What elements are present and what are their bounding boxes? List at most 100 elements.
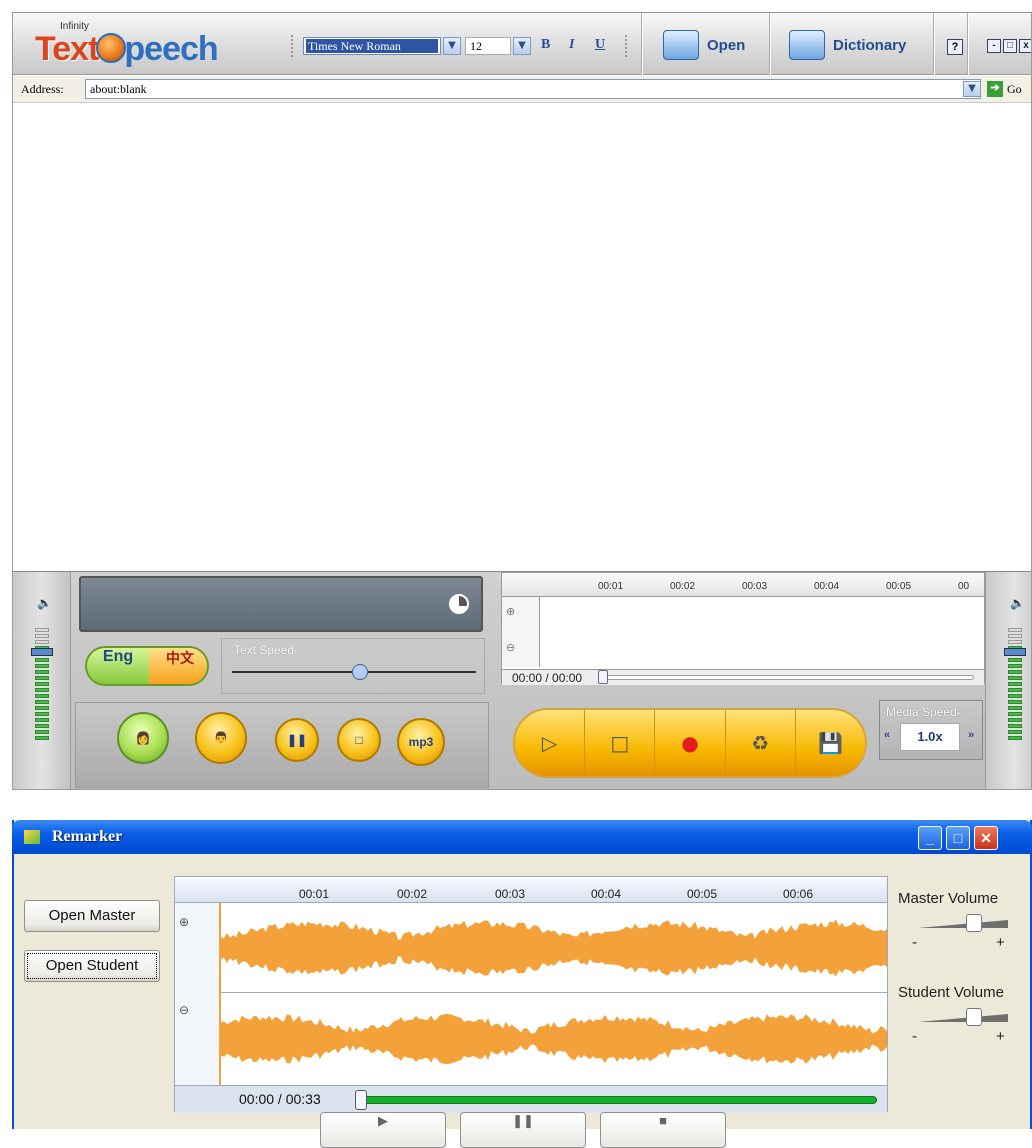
pause-icon: ❚❚ bbox=[512, 1113, 534, 1128]
clock-icon[interactable] bbox=[449, 594, 469, 614]
seek-track[interactable] bbox=[363, 1096, 877, 1104]
save-button[interactable]: 💾 bbox=[796, 710, 865, 776]
time-bar: 00:00 / 00:33 bbox=[175, 1085, 887, 1113]
minimize-button[interactable]: _ bbox=[918, 826, 942, 850]
student-volume-knob[interactable] bbox=[966, 1008, 982, 1026]
open-button[interactable]: Open bbox=[663, 25, 745, 65]
lang-chinese-button[interactable]: 中文 bbox=[149, 648, 207, 684]
logo-infinity-text: Infinity bbox=[60, 21, 89, 32]
media-controls: ▷ □ ● ♻ 💾 bbox=[513, 708, 867, 778]
toolbar-separator bbox=[641, 13, 643, 75]
student-volume-slider[interactable] bbox=[918, 1008, 1008, 1026]
address-dropdown-icon[interactable]: ▼ bbox=[963, 81, 981, 97]
toolbar-separator bbox=[967, 13, 969, 75]
ruler-tick: 00:02 bbox=[670, 581, 696, 592]
ruler-tick: 00:04 bbox=[814, 581, 840, 592]
play-icon: ▶ bbox=[378, 1113, 388, 1128]
text-speed-label: -Text Speed- bbox=[230, 643, 299, 657]
maximize-button[interactable]: □ bbox=[1003, 39, 1017, 53]
mp3-button[interactable]: mp3 bbox=[397, 718, 445, 766]
maximize-button[interactable]: □ bbox=[946, 826, 970, 850]
go-arrow-icon[interactable]: ➔ bbox=[987, 81, 1003, 97]
record-button[interactable]: ● bbox=[655, 710, 726, 776]
dictionary-button[interactable]: Dictionary bbox=[789, 25, 906, 65]
right-volume-strip: 🔈 bbox=[985, 572, 1031, 789]
pause-button[interactable]: ❚❚ bbox=[460, 1112, 586, 1148]
open-student-button[interactable]: Open Student bbox=[24, 950, 160, 982]
right-volume-knob[interactable] bbox=[1004, 648, 1026, 656]
left-volume-knob[interactable] bbox=[31, 648, 53, 656]
faster-button[interactable]: » bbox=[968, 729, 974, 741]
zoom-in-icon[interactable]: ⊕ bbox=[506, 605, 515, 618]
ruler-tick: 00:03 bbox=[495, 887, 526, 901]
font-family-value: Times New Roman bbox=[306, 39, 438, 53]
media-speed-value: 1.0x bbox=[900, 723, 960, 751]
plus-label: + bbox=[996, 1028, 1005, 1045]
plus-label: + bbox=[996, 934, 1005, 951]
waveform-panel: 00:01 00:02 00:03 00:04 00:05 00 ⊕ ⊖ 00:… bbox=[501, 572, 985, 685]
stop-button[interactable]: ■ bbox=[600, 1112, 726, 1148]
font-size-dropdown-icon[interactable]: ▼ bbox=[513, 37, 531, 55]
slower-button[interactable]: « bbox=[884, 729, 890, 741]
control-panel: 🔈 Eng 中文 -Text Speed- 👩 👨 ❚❚ □ mp3 00:01 bbox=[13, 571, 1031, 789]
ruler-tick: 00:03 bbox=[742, 581, 768, 592]
go-button[interactable]: Go bbox=[1007, 82, 1022, 97]
pause-button[interactable]: ❚❚ bbox=[275, 718, 319, 762]
floppy-disk-icon: 💾 bbox=[817, 731, 843, 755]
zoom-out-icon[interactable]: ⊖ bbox=[179, 1003, 189, 1017]
zoom-out-icon[interactable]: ⊖ bbox=[506, 641, 515, 654]
close-button[interactable]: ✕ bbox=[974, 826, 998, 850]
font-size-select[interactable]: 12 bbox=[465, 37, 511, 55]
dictionary-label: Dictionary bbox=[833, 36, 907, 54]
text-display-panel bbox=[79, 576, 483, 632]
student-volume-label: Student Volume bbox=[898, 984, 1004, 1001]
text-speed-knob[interactable] bbox=[352, 664, 368, 680]
female-voice-button[interactable]: 👩 bbox=[117, 712, 169, 764]
pencil-icon bbox=[24, 830, 40, 844]
toolbar-grip[interactable] bbox=[625, 35, 629, 57]
help-button[interactable]: ? bbox=[947, 39, 963, 55]
minus-label: - bbox=[912, 1028, 917, 1045]
recycle-bin-icon: ♻ bbox=[751, 731, 770, 755]
zoom-in-icon[interactable]: ⊕ bbox=[179, 915, 189, 929]
ruler-tick: 00:02 bbox=[397, 887, 428, 901]
italic-button[interactable]: I bbox=[569, 37, 574, 53]
document-area[interactable] bbox=[13, 104, 1031, 571]
remarker-window: Remarker _ □ ✕ Open Master Open Student … bbox=[12, 820, 1032, 1148]
address-input[interactable]: about:blank bbox=[85, 79, 981, 99]
recycle-button[interactable]: ♻ bbox=[726, 710, 796, 776]
stop-button[interactable]: □ bbox=[337, 718, 381, 762]
seek-knob[interactable] bbox=[355, 1090, 367, 1110]
male-voice-button[interactable]: 👨 bbox=[195, 712, 247, 764]
seek-knob[interactable] bbox=[598, 670, 608, 684]
minimize-button[interactable]: - bbox=[987, 39, 1001, 53]
bold-button[interactable]: B bbox=[541, 37, 550, 53]
toolbar-separator bbox=[933, 13, 935, 75]
book-icon bbox=[789, 30, 825, 60]
play-button[interactable]: ▶ bbox=[320, 1112, 446, 1148]
font-family-dropdown-icon[interactable]: ▼ bbox=[443, 37, 461, 55]
underline-button[interactable]: U bbox=[595, 37, 605, 53]
logo-s-icon bbox=[96, 33, 127, 63]
ruler-tick: 00:04 bbox=[591, 887, 622, 901]
language-toggle[interactable]: Eng 中文 bbox=[85, 646, 209, 686]
student-track bbox=[220, 994, 888, 1084]
time-readout: 00:00 / 00:00 bbox=[512, 671, 583, 685]
font-family-select[interactable]: Times New Roman bbox=[303, 37, 441, 55]
seek-track[interactable] bbox=[604, 675, 974, 680]
toolbar-grip[interactable] bbox=[291, 35, 295, 57]
master-waveform bbox=[220, 919, 888, 977]
remarker-titlebar[interactable]: Remarker _ □ ✕ bbox=[12, 820, 1032, 854]
master-volume-knob[interactable] bbox=[966, 914, 982, 932]
toolbar-separator bbox=[769, 13, 771, 75]
close-button[interactable]: x bbox=[1019, 39, 1031, 53]
master-volume-slider[interactable] bbox=[918, 914, 1008, 932]
play-button[interactable]: ▷ bbox=[515, 710, 586, 776]
open-master-button[interactable]: Open Master bbox=[24, 900, 160, 932]
address-bar: Address: about:blank ▼ ➔ Go bbox=[13, 76, 1031, 103]
stop-media-button[interactable]: □ bbox=[585, 710, 656, 776]
lang-eng-button[interactable]: Eng bbox=[87, 648, 149, 684]
window-title: Remarker bbox=[52, 828, 123, 845]
app-logo: Infinity Text peech bbox=[35, 17, 219, 69]
pause-icon: ❚❚ bbox=[286, 733, 308, 747]
